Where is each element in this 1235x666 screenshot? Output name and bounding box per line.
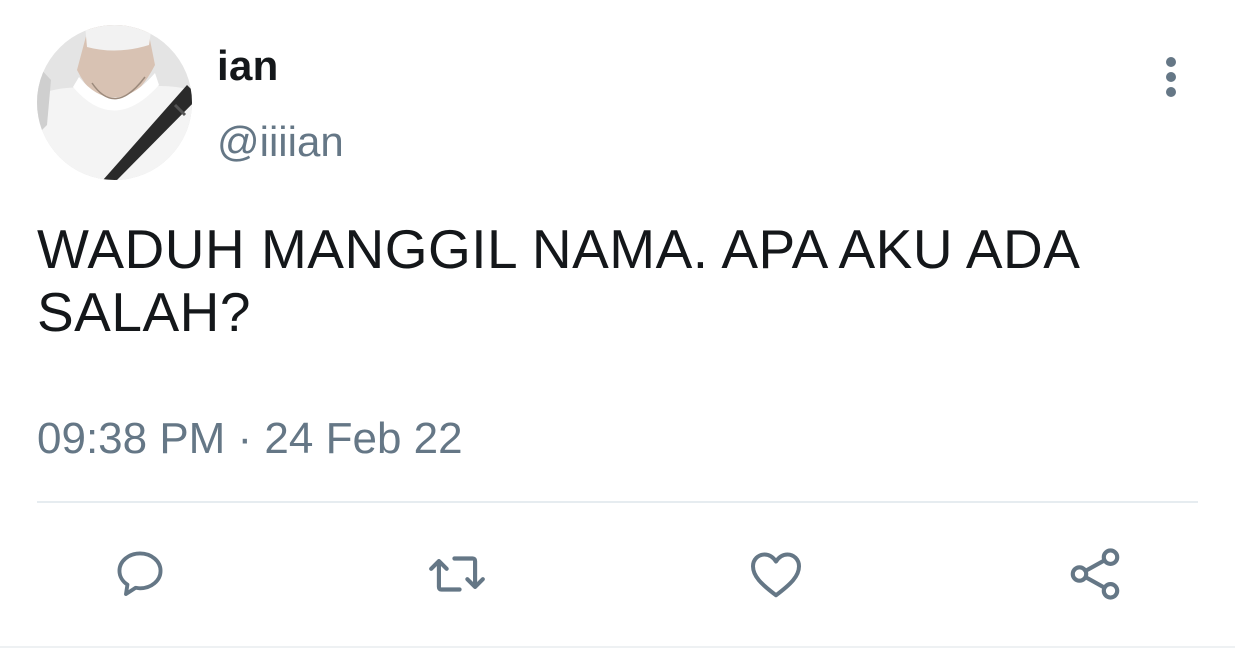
like-button[interactable] [744, 542, 808, 606]
reply-button[interactable] [108, 542, 172, 606]
retweet-button[interactable] [425, 542, 489, 606]
more-dot [1166, 87, 1176, 97]
more-dot [1166, 57, 1176, 67]
share-icon [1070, 548, 1120, 600]
more-dot [1166, 72, 1176, 82]
tweet-timestamp[interactable]: 09:38 PM · 24 Feb 22 [37, 414, 463, 464]
user-handle[interactable]: @iiiian [217, 118, 344, 166]
divider [37, 501, 1198, 503]
reply-icon [117, 551, 163, 596]
more-vertical-icon[interactable] [1151, 52, 1191, 102]
retweet-icon [429, 556, 485, 592]
avatar-image [37, 25, 192, 180]
bottom-divider [0, 646, 1235, 648]
display-name[interactable]: ian [217, 42, 279, 90]
tweet-card: ian @iiiian WADUH MANGGIL NAMA. APA AKU … [0, 0, 1235, 666]
heart-icon [751, 552, 801, 598]
share-button[interactable] [1063, 542, 1127, 606]
avatar[interactable] [37, 25, 192, 180]
tweet-text: WADUH MANGGIL NAMA. APA AKU ADA SALAH? [37, 218, 1078, 343]
